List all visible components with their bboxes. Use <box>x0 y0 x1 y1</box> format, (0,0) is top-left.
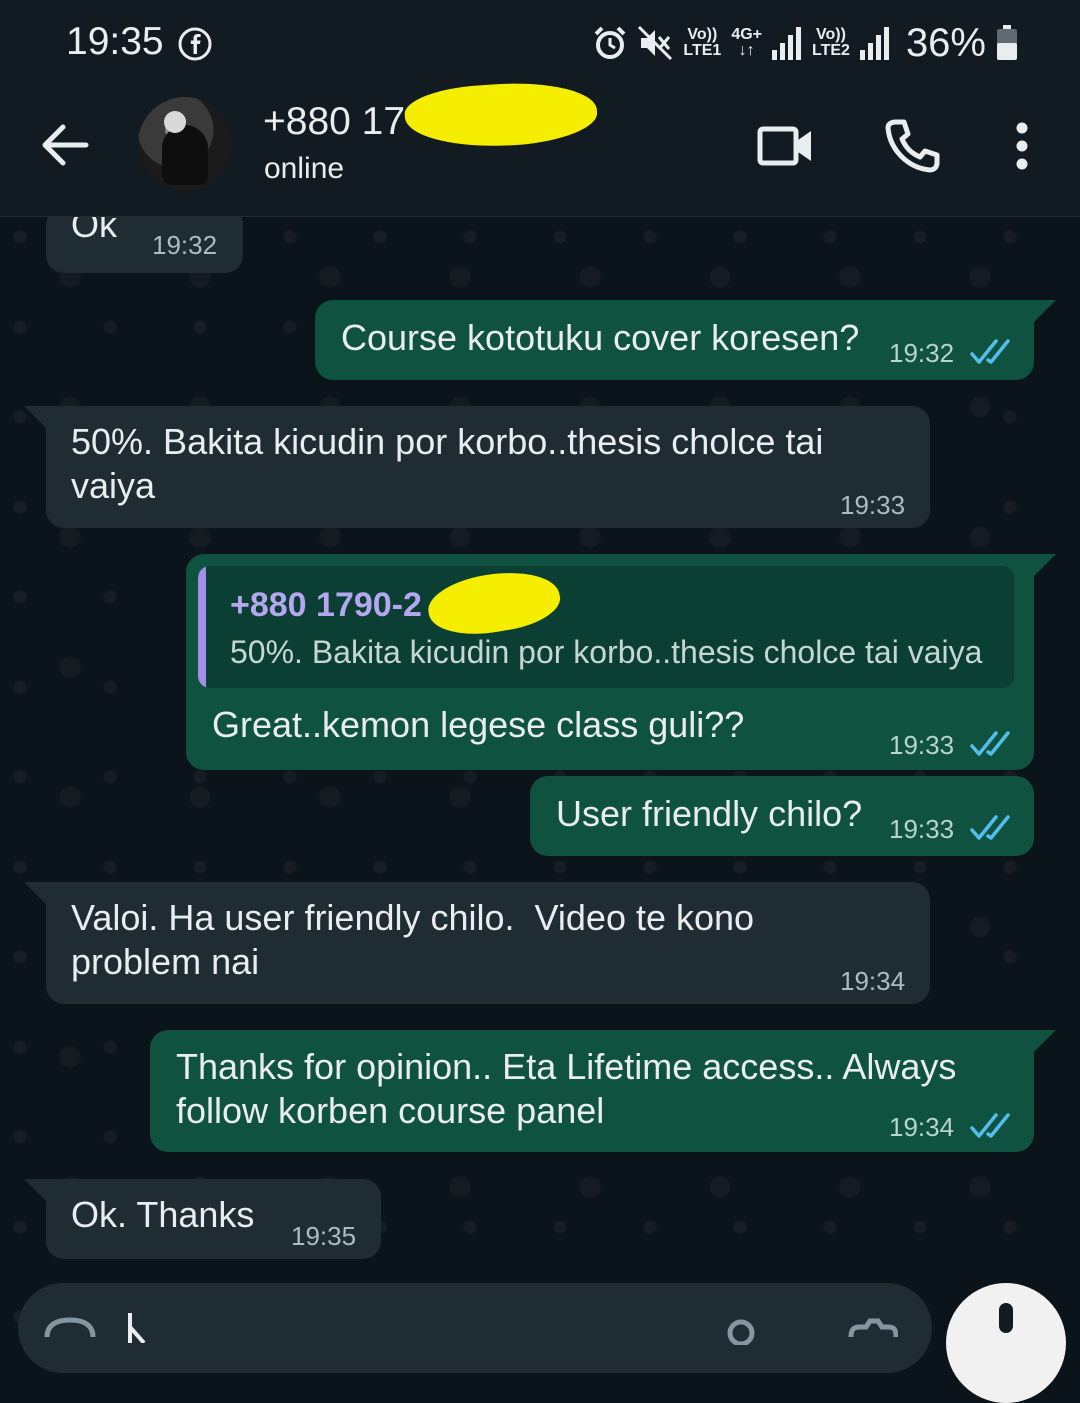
status-bar: 19:35 Vo)) LTE1 4G+ ↓↑ Vo)) LTE2 36% <box>0 0 1080 88</box>
message-incoming[interactable]: Ok 19:32 <box>46 217 243 273</box>
message-time: 19:35 <box>291 1221 357 1251</box>
microphone-icon <box>999 1303 1013 1333</box>
message-time: 19:33 <box>840 490 906 520</box>
message-time: 19:33 <box>889 730 955 760</box>
sim1-indicator: Vo)) LTE1 <box>683 26 722 59</box>
message-outgoing-reply[interactable]: +880 1790-2 50%. Bakita kicudin por korb… <box>186 554 1034 770</box>
read-receipt-icon <box>970 1113 1010 1138</box>
phone-icon[interactable] <box>882 116 942 176</box>
alarm-icon <box>594 26 626 59</box>
message-time: 19:33 <box>889 814 955 844</box>
message-text: 50%. Bakita kicudin por korbo..thesis ch… <box>71 421 824 462</box>
chat-area[interactable]: Ok 19:32 Course kototuku cover koresen? … <box>0 217 1080 1330</box>
message-outgoing[interactable]: User friendly chilo? 19:33 <box>530 776 1034 856</box>
message-time: 19:32 <box>152 230 218 260</box>
text-cursor-icon <box>128 1313 146 1343</box>
redaction-mark <box>423 566 565 644</box>
mic-button[interactable] <box>946 1283 1066 1403</box>
avatar[interactable] <box>138 97 232 191</box>
signal-icon <box>859 27 889 60</box>
message-text: Ok <box>71 217 118 245</box>
message-text: Ok. Thanks <box>71 1194 255 1235</box>
message-text: Great..kemon legese class guli?? <box>212 704 745 745</box>
more-vertical-icon[interactable] <box>992 116 1052 176</box>
contact-name: +880 17 <box>263 100 406 143</box>
quoted-sender: +880 1790-2 <box>230 586 422 624</box>
message-incoming[interactable]: Ok. Thanks 19:35 <box>46 1179 381 1259</box>
network-type: 4G+ ↓↑ <box>731 26 762 59</box>
message-incoming[interactable]: 50%. Bakita kicudin por korbo..thesis ch… <box>46 406 930 528</box>
message-time: 19:34 <box>840 966 906 996</box>
redaction-mark <box>403 77 599 153</box>
message-outgoing[interactable]: Course kototuku cover koresen? 19:32 <box>315 300 1034 380</box>
facebook-icon <box>178 27 212 61</box>
message-text: problem nai <box>71 941 260 982</box>
quoted-message[interactable]: +880 1790-2 50%. Bakita kicudin por korb… <box>198 566 1014 688</box>
emoji-icon[interactable] <box>44 1317 96 1337</box>
message-input-bar[interactable] <box>18 1283 932 1373</box>
read-receipt-icon <box>970 731 1010 756</box>
message-text: Course kototuku cover koresen? <box>341 317 860 358</box>
attach-icon[interactable] <box>723 1315 759 1345</box>
video-call-icon[interactable] <box>756 116 816 176</box>
mute-icon <box>638 25 673 61</box>
battery-percent: 36% <box>905 20 986 65</box>
message-text: Valoi. Ha user friendly chilo. Video te … <box>71 897 755 938</box>
message-text: Thanks for opinion.. Eta Lifetime access… <box>176 1046 957 1087</box>
message-text: follow korben course panel <box>176 1090 605 1131</box>
chat-header: +880 17 online <box>0 77 1080 217</box>
message-time: 19:32 <box>889 338 955 368</box>
quoted-text: 50%. Bakita kicudin por korbo..thesis ch… <box>230 634 983 670</box>
read-receipt-icon <box>970 815 1010 840</box>
message-outgoing[interactable]: Thanks for opinion.. Eta Lifetime access… <box>150 1030 1034 1152</box>
status-icons: Vo)) LTE1 4G+ ↓↑ Vo)) LTE2 36% <box>593 18 1018 68</box>
battery-icon <box>997 25 1017 60</box>
camera-icon[interactable] <box>848 1317 898 1347</box>
message-text: User friendly chilo? <box>556 793 863 834</box>
status-time: 19:35 <box>66 20 164 63</box>
message-time: 19:34 <box>889 1112 955 1142</box>
sim2-indicator: Vo)) LTE2 <box>812 26 850 59</box>
signal-icon <box>772 27 801 60</box>
message-incoming[interactable]: Valoi. Ha user friendly chilo. Video te … <box>46 882 930 1004</box>
contact-status: online <box>264 152 345 185</box>
back-arrow-icon[interactable] <box>38 118 92 172</box>
message-text: vaiya <box>71 465 156 506</box>
read-receipt-icon <box>970 339 1010 364</box>
